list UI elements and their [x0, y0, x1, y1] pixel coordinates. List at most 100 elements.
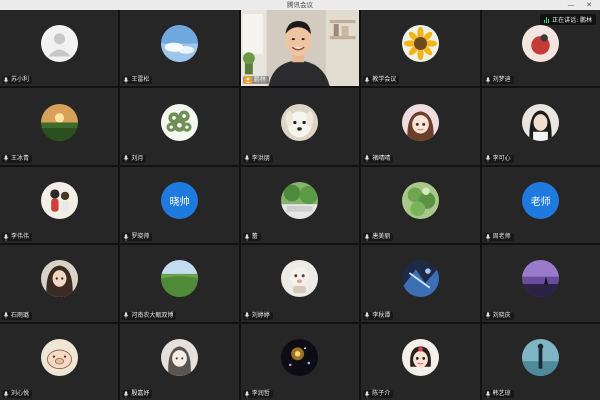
- window-title: 腾讯会议: [287, 1, 313, 9]
- participant-name: 李可心: [492, 154, 511, 162]
- participant-nameplate: 石雨璐: [2, 311, 33, 320]
- participant-tile[interactable]: 李洪朋: [240, 88, 360, 165]
- participant-nameplate: 李伟伟: [2, 233, 33, 242]
- microphone-icon: [244, 233, 250, 241]
- microphone-icon: [3, 390, 9, 398]
- participant-nameplate: 褚晴晴: [363, 154, 394, 163]
- participant-nameplate: 刘心悦: [2, 390, 33, 398]
- microphone-icon: [123, 233, 129, 241]
- microphone-icon: [123, 77, 129, 84]
- microphone-icon: [244, 312, 250, 319]
- participant-avatar: [40, 260, 78, 298]
- microphone-icon: [244, 155, 250, 162]
- microphone-icon: [123, 312, 129, 319]
- microphone-icon: [3, 233, 9, 241]
- microphone-icon: [364, 312, 370, 319]
- microphone-icon: [485, 233, 491, 241]
- participant-nameplate: 唐美丽: [363, 233, 394, 242]
- participant-tile[interactable]: 李可心: [481, 88, 600, 165]
- microphone-icon: [3, 77, 9, 84]
- participant-name: 蕾: [251, 233, 258, 241]
- microphone-icon: [244, 390, 250, 398]
- participant-avatar: [522, 338, 560, 376]
- participant-avatar: [161, 338, 199, 376]
- participant-tile[interactable]: 韩艺琼: [481, 323, 600, 400]
- participant-avatar: [401, 25, 439, 63]
- participant-avatar: [281, 103, 319, 141]
- participant-name: 罗晓帅: [131, 233, 150, 241]
- participant-name: 李洪朋: [251, 154, 270, 162]
- participant-name: 李秋谭: [372, 311, 391, 319]
- participant-name: 李润哲: [251, 390, 270, 397]
- participant-nameplate: 刘婷婷: [242, 311, 273, 320]
- speaking-label: 正在讲话: 鹏林: [552, 17, 592, 24]
- avatar-initials: 老师: [530, 196, 551, 208]
- participant-name: 鹏林: [253, 76, 266, 84]
- window-titlebar: 腾讯会议 — ✕: [0, 0, 600, 10]
- participant-tile[interactable]: 褚晴晴: [361, 88, 480, 165]
- participant-tile[interactable]: 刘梦迪 正在讲话: 鹏林: [481, 10, 600, 87]
- participant-tile[interactable]: 刘心悦: [0, 323, 119, 400]
- participant-avatar: [401, 260, 439, 298]
- participant-nameplate: 李可心: [483, 154, 514, 163]
- participant-tile[interactable]: 刘月: [120, 88, 239, 165]
- participant-name: 褚晴晴: [372, 154, 391, 162]
- microphone-icon: [485, 77, 491, 84]
- microphone-icon: [364, 155, 370, 162]
- microphone-icon: [3, 312, 9, 319]
- participant-nameplate: 韩艺琼: [483, 390, 514, 398]
- participant-nameplate: 李洪朋: [242, 154, 273, 163]
- participant-name: 殷嘉妤: [131, 390, 150, 397]
- participant-avatar: [40, 25, 78, 63]
- microphone-icon: [123, 390, 129, 398]
- participant-name: 刘晓庆: [492, 311, 511, 319]
- participant-grid: 苏小利 王雷松 鹏林 教学会议 刘梦迪 正在讲话: 鹏林王冰青 刘月 李洪朋 褚晴晴 李可心李伟…: [0, 10, 600, 400]
- participant-name: 王冰青: [11, 154, 30, 162]
- participant-avatar: [401, 338, 439, 376]
- participant-nameplate: 刘月: [122, 154, 147, 163]
- participant-tile[interactable]: 石雨璐: [0, 245, 119, 322]
- participant-tile[interactable]: 王冰青: [0, 88, 119, 165]
- participant-tile[interactable]: 李润哲: [240, 323, 360, 400]
- participant-avatar: [40, 181, 78, 219]
- host-icon: [243, 76, 252, 85]
- participant-nameplate: 鹏林: [242, 76, 269, 85]
- participant-tile[interactable]: 鹏林: [240, 10, 360, 87]
- participant-avatar: [281, 260, 319, 298]
- microphone-icon: [364, 390, 370, 398]
- microphone-icon: [485, 312, 491, 319]
- participant-tile[interactable]: 殷嘉妤: [120, 323, 239, 400]
- participant-tile[interactable]: 李伟伟: [0, 166, 119, 244]
- participant-nameplate: 刘晓庆: [483, 311, 514, 320]
- participant-tile[interactable]: 教学会议: [361, 10, 480, 87]
- participant-tile[interactable]: 刘婷婷: [240, 245, 360, 322]
- participant-name: 刘心悦: [11, 390, 30, 397]
- microphone-icon: [3, 155, 9, 162]
- participant-nameplate: 王冰青: [2, 154, 33, 163]
- participant-tile[interactable]: 唐美丽: [361, 166, 480, 244]
- participant-name: 刘梦迪: [492, 76, 511, 84]
- participant-name: 唐美丽: [372, 233, 391, 241]
- participant-avatar: [281, 338, 319, 376]
- participant-tile[interactable]: 王雷松: [120, 10, 239, 87]
- participant-tile[interactable]: 蕾: [240, 166, 360, 244]
- participant-tile[interactable]: 李秋谭: [361, 245, 480, 322]
- speaking-indicator: 正在讲话: 鹏林: [539, 14, 596, 25]
- participant-tile[interactable]: 老师 周老师: [481, 166, 600, 244]
- participant-avatar: [522, 25, 560, 63]
- microphone-icon: [364, 233, 370, 241]
- participant-tile[interactable]: 苏小利: [0, 10, 119, 87]
- participant-nameplate: 罗晓帅: [122, 233, 153, 242]
- participant-tile[interactable]: 陈子介: [361, 323, 480, 400]
- participant-tile[interactable]: 晓帅 罗晓帅: [120, 166, 239, 244]
- participant-avatar: [522, 260, 560, 298]
- microphone-icon: [123, 155, 129, 162]
- participant-avatar: [161, 103, 199, 141]
- participant-name: 陈子介: [372, 390, 391, 397]
- minimize-button[interactable]: —: [564, 0, 578, 10]
- participant-tile[interactable]: 河南农大甄双博: [120, 245, 239, 322]
- close-button[interactable]: ✕: [582, 0, 596, 10]
- participant-name: 河南农大甄双博: [131, 311, 174, 319]
- participant-tile[interactable]: 刘晓庆: [481, 245, 600, 322]
- participant-video-feed: [240, 10, 360, 87]
